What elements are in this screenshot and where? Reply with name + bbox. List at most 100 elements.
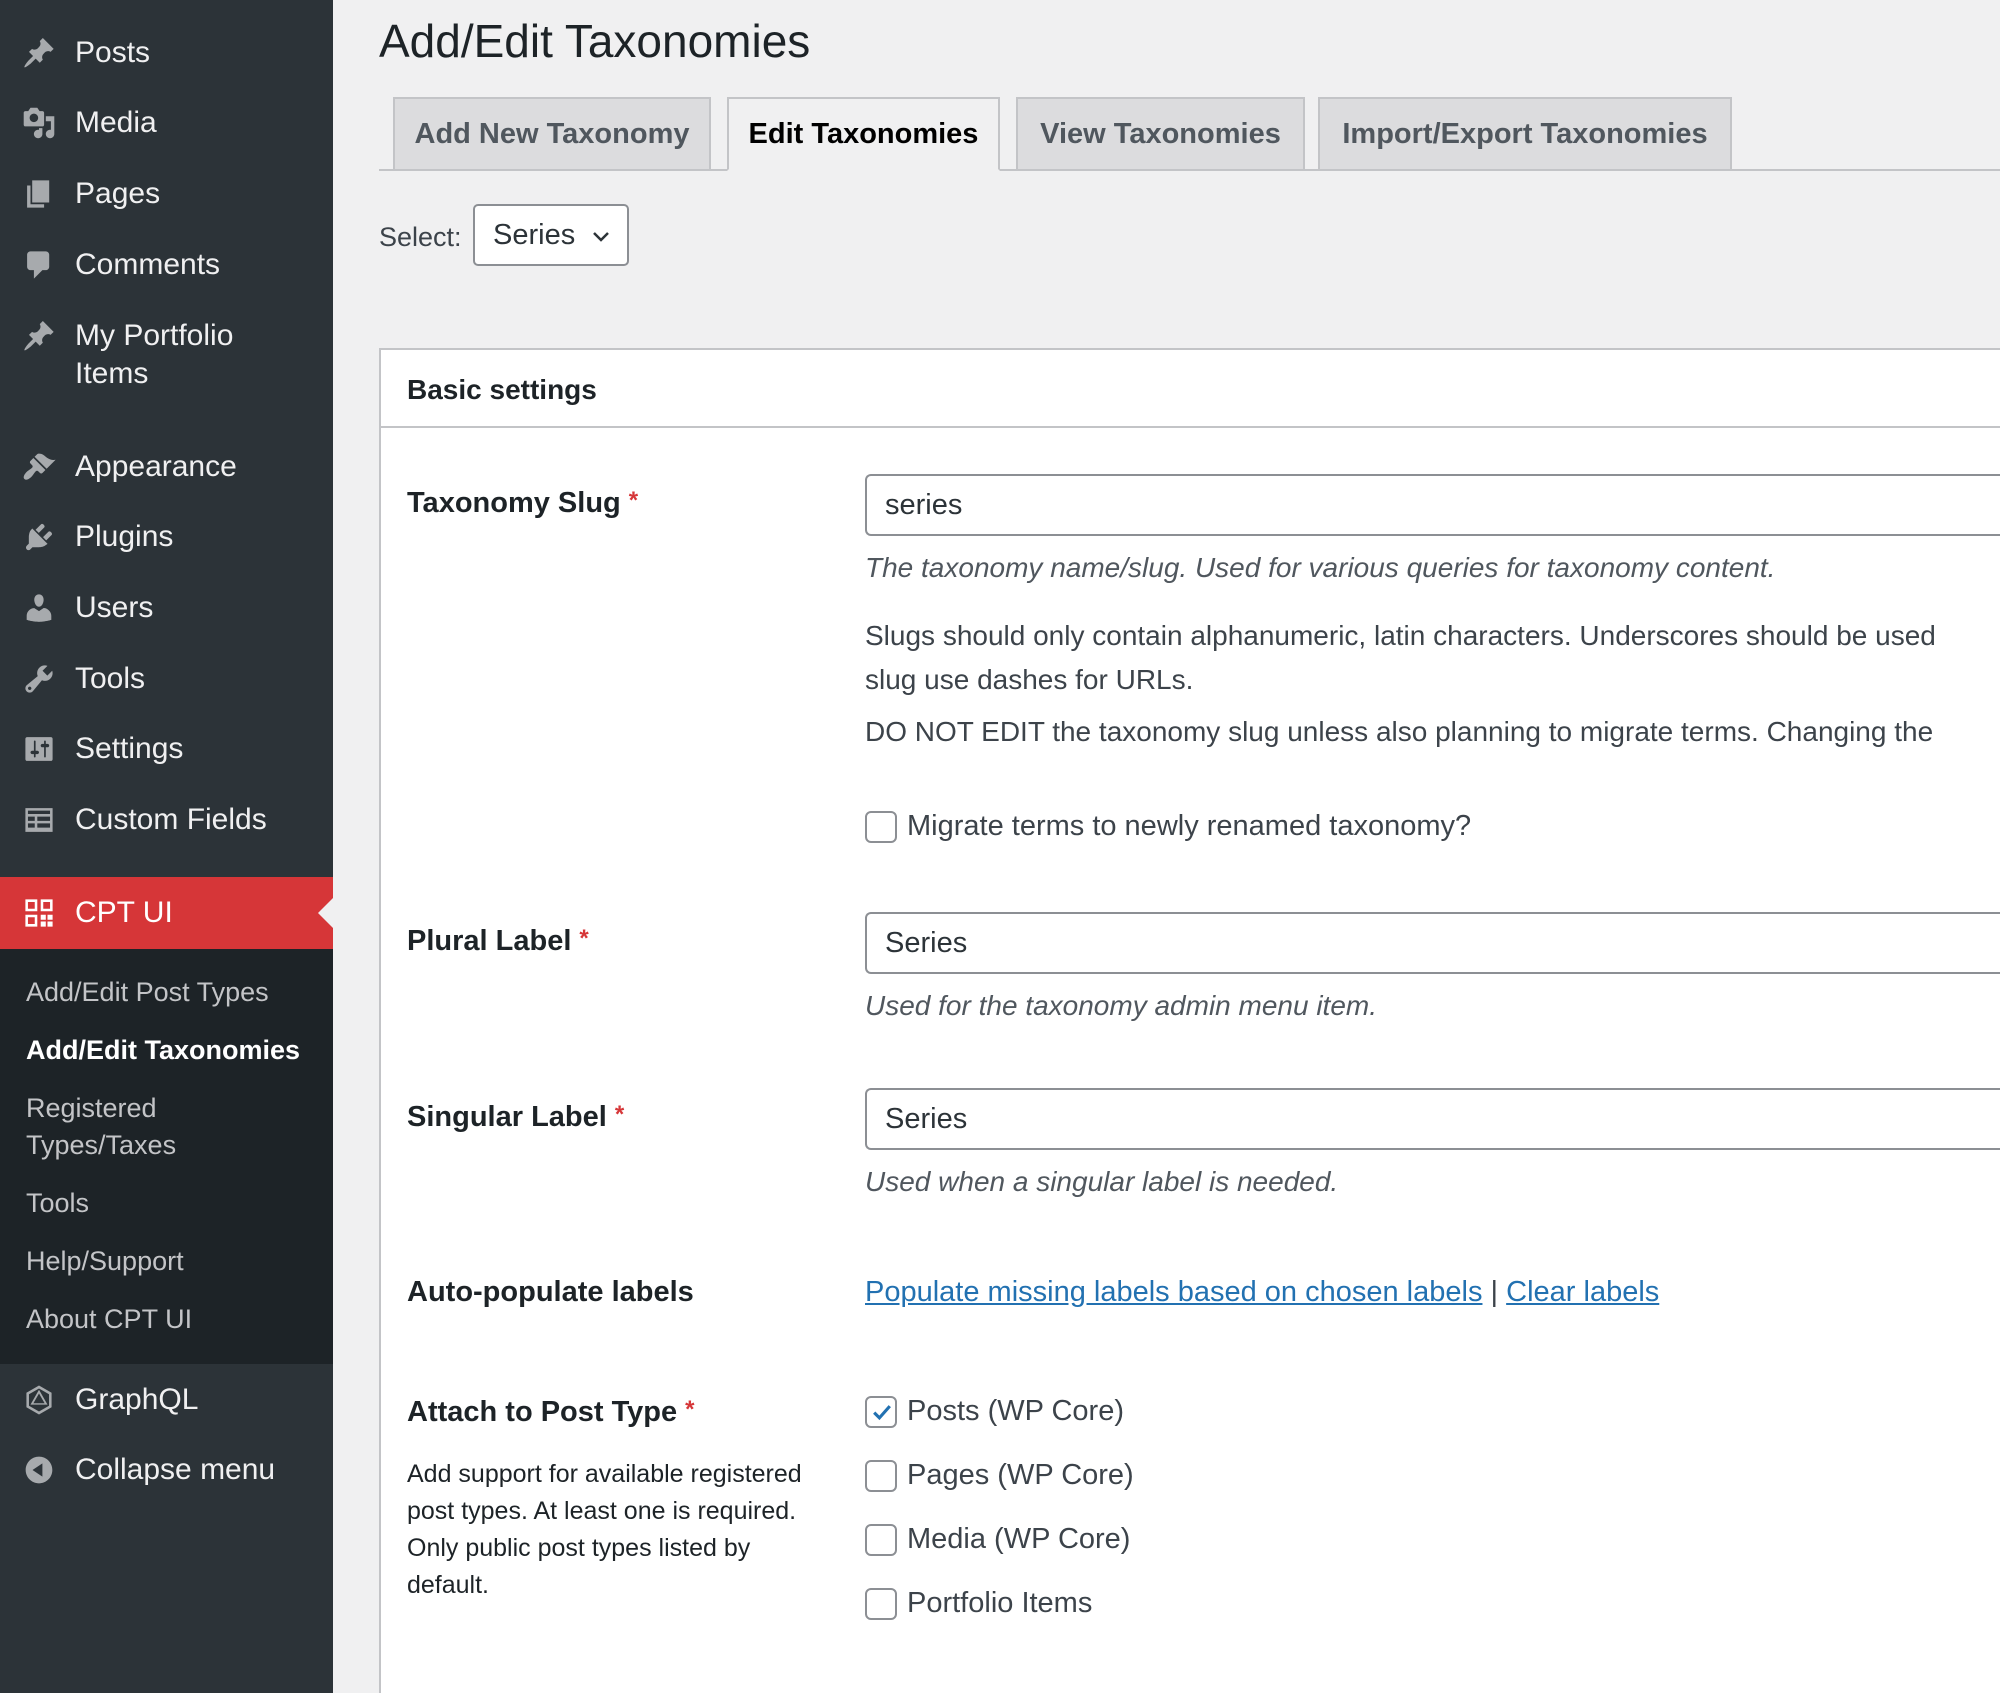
taxonomy-slug-label: Taxonomy Slug *	[407, 487, 638, 520]
basic-settings-panel: Basic settings Taxonomy Slug * series The…	[379, 348, 2000, 1693]
plural-label-input[interactable]: Series	[865, 912, 2000, 974]
tab-edit-taxonomies[interactable]: Edit Taxonomies	[727, 97, 1000, 171]
user-icon	[20, 589, 58, 627]
input-value: Series	[885, 1102, 968, 1135]
post-type-option-posts[interactable]: Posts (WP Core)	[865, 1395, 1124, 1428]
submenu-add-edit-taxonomies[interactable]: Add/Edit Taxonomies	[26, 1032, 316, 1069]
menu-item-settings[interactable]: Settings	[0, 730, 333, 770]
populate-labels-link[interactable]: Populate missing labels based on chosen …	[865, 1276, 1482, 1308]
sliders-icon	[20, 730, 58, 768]
submenu-help-support[interactable]: Help/Support	[26, 1243, 316, 1280]
submenu-about[interactable]: About CPT UI	[26, 1301, 316, 1338]
checkmark-icon	[873, 1404, 891, 1420]
grid-icon	[20, 894, 58, 932]
slug-warning: DO NOT EDIT the taxonomy slug unless als…	[865, 716, 1934, 747]
checkbox-label: Portfolio Items	[907, 1587, 1093, 1619]
checkbox-label: Pages (WP Core)	[907, 1459, 1134, 1491]
active-menu-arrow	[318, 898, 333, 928]
submenu-registered-types[interactable]: Registered Types/Taxes	[26, 1090, 226, 1164]
select-label: Select:	[379, 222, 462, 252]
auto-populate-label: Auto-populate labels	[407, 1276, 694, 1308]
menu-item-my-portfolio-items[interactable]: My Portfolio Items	[0, 317, 333, 395]
auto-populate-links: Populate missing labels based on chosen …	[865, 1276, 1659, 1309]
chevron-down-icon	[593, 232, 609, 242]
menu-item-pages[interactable]: Pages	[0, 175, 333, 215]
tab-view-taxonomies[interactable]: View Taxonomies	[1016, 97, 1305, 171]
menu-label: Plugins	[75, 520, 174, 553]
required-marker: *	[614, 1101, 625, 1128]
posts-checkbox[interactable]	[865, 1395, 897, 1428]
tab-import-export[interactable]: Import/Export Taxonomies	[1318, 97, 1732, 171]
submenu-add-edit-post-types[interactable]: Add/Edit Post Types	[26, 974, 316, 1011]
slug-note-line-2: slug use dashes for URLs.	[865, 664, 1194, 695]
checkbox-label: Migrate terms to newly renamed taxonomy?	[907, 810, 1472, 842]
pushpin-icon	[20, 317, 58, 355]
panel-title: Basic settings	[407, 374, 597, 405]
menu-label: Pages	[75, 177, 161, 210]
taxonomy-slug-input[interactable]: series	[865, 474, 2000, 536]
migrate-terms-option[interactable]: Migrate terms to newly renamed taxonomy?	[865, 810, 1471, 843]
label-text: Attach to Post Type	[407, 1396, 678, 1428]
menu-label: Custom Fields	[75, 803, 267, 836]
collapse-arrow-icon	[20, 1451, 58, 1489]
comment-icon	[20, 246, 58, 284]
menu-item-tools[interactable]: Tools	[0, 660, 333, 700]
menu-label: Appearance	[75, 450, 237, 483]
menu-item-cpt-ui[interactable]: CPT UI	[0, 877, 333, 949]
singular-label-input[interactable]: Series	[865, 1088, 2000, 1150]
singular-label-label: Singular Label *	[407, 1101, 624, 1134]
menu-label: Media	[75, 106, 157, 139]
post-type-option-media[interactable]: Media (WP Core)	[865, 1523, 1130, 1556]
required-marker: *	[685, 1396, 695, 1423]
plugin-icon	[20, 518, 58, 556]
slug-note-line-1: Slugs should only contain alphanumeric, …	[865, 620, 1936, 651]
select-value: Series	[493, 218, 576, 251]
plural-label-label: Plural Label *	[407, 925, 589, 958]
required-marker: *	[579, 925, 589, 952]
menu-label: Posts	[75, 36, 151, 69]
menu-label: Collapse menu	[75, 1453, 276, 1486]
checkbox-label: Media (WP Core)	[907, 1523, 1131, 1555]
post-type-option-portfolio[interactable]: Portfolio Items	[865, 1587, 1092, 1620]
menu-label: Users	[75, 591, 154, 624]
tab-add-new-taxonomy[interactable]: Add New Taxonomy	[393, 97, 711, 171]
menu-item-graphql[interactable]: GraphQL	[0, 1381, 333, 1421]
pages-checkbox[interactable]	[865, 1459, 897, 1492]
singular-label-help: Used when a singular label is needed.	[865, 1166, 1339, 1197]
table-icon	[20, 801, 58, 839]
menu-label: Tools	[75, 662, 146, 695]
menu-item-comments[interactable]: Comments	[0, 246, 333, 286]
menu-label: GraphQL	[75, 1383, 199, 1416]
pages-icon	[20, 175, 58, 213]
menu-item-users[interactable]: Users	[0, 589, 333, 629]
pushpin-icon	[20, 34, 58, 72]
menu-item-appearance[interactable]: Appearance	[0, 448, 333, 488]
attach-post-type-description: Add support for available registered pos…	[407, 1460, 802, 1599]
plural-label-help: Used for the taxonomy admin menu item.	[865, 990, 1378, 1021]
label-text: Taxonomy Slug	[407, 487, 621, 519]
menu-item-collapse[interactable]: Collapse menu	[0, 1451, 333, 1491]
menu-item-plugins[interactable]: Plugins	[0, 518, 333, 558]
label-text: Singular Label	[407, 1101, 607, 1133]
menu-item-posts[interactable]: Posts	[0, 34, 333, 74]
wrench-icon	[20, 660, 58, 698]
taxonomy-slug-help: The taxonomy name/slug. Used for various…	[865, 552, 1776, 583]
portfolio-checkbox[interactable]	[865, 1587, 897, 1620]
submenu-tools[interactable]: Tools	[26, 1185, 316, 1222]
media-checkbox[interactable]	[865, 1523, 897, 1556]
brush-icon	[20, 448, 58, 486]
taxonomy-select[interactable]: Series	[473, 204, 629, 266]
menu-item-media[interactable]: Media	[0, 104, 333, 144]
label-text: Plural Label	[407, 925, 572, 957]
menu-item-custom-fields[interactable]: Custom Fields	[0, 801, 333, 841]
admin-sidebar: Posts Media Pages Comments My Portfolio …	[0, 0, 333, 1693]
input-value: Series	[885, 926, 968, 959]
attach-post-type-label: Attach to Post Type *	[407, 1396, 695, 1429]
checkbox-label: Posts (WP Core)	[907, 1395, 1125, 1427]
menu-label: My Portfolio Items	[75, 319, 234, 390]
post-type-option-pages[interactable]: Pages (WP Core)	[865, 1459, 1134, 1492]
migrate-checkbox[interactable]	[865, 810, 897, 843]
clear-labels-link[interactable]: Clear labels	[1506, 1276, 1659, 1308]
link-separator: |	[1490, 1276, 1499, 1308]
menu-label: Settings	[75, 732, 184, 765]
